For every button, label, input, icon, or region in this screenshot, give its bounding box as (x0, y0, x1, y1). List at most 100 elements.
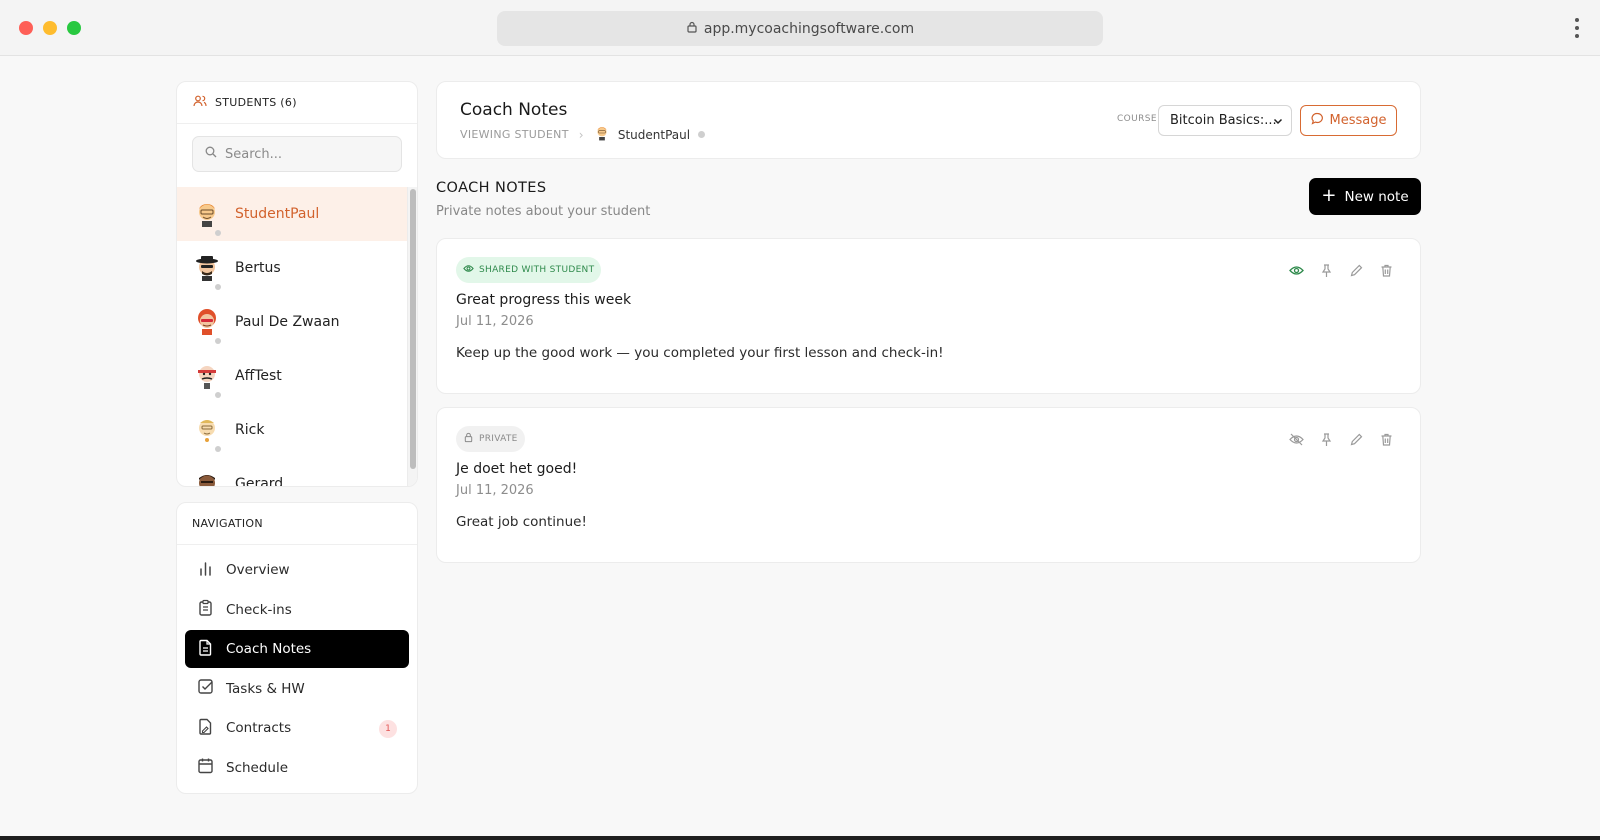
nav-label: Overview (226, 562, 290, 578)
breadcrumb-student[interactable]: StudentPaul (594, 125, 706, 144)
pin-icon[interactable] (1319, 263, 1334, 278)
browser-chrome: app.mycoachingsoftware.com (0, 0, 1600, 56)
section-subtitle: Private notes about your student (436, 204, 651, 219)
status-indicator (215, 338, 221, 344)
users-icon (193, 94, 207, 111)
clipboard-icon (197, 599, 214, 620)
student-name: AffTest (235, 368, 282, 384)
note-body: Keep up the good work — you completed yo… (456, 345, 944, 361)
nav-label: Contracts (226, 720, 292, 737)
student-item-paul-de-zwaan[interactable]: Paul De Zwaan (177, 295, 407, 349)
nav-item-coach-notes[interactable]: Coach Notes (185, 630, 409, 669)
avatar (193, 308, 221, 336)
navigation-title: NAVIGATION (177, 503, 417, 545)
breadcrumb: VIEWING STUDENT › StudentPaul (460, 125, 706, 144)
trash-icon[interactable] (1379, 263, 1394, 278)
student-name: Bertus (235, 260, 281, 276)
nav-label: Coach Notes (226, 641, 312, 658)
address-bar[interactable]: app.mycoachingsoftware.com (497, 11, 1103, 46)
close-window-button[interactable] (19, 21, 33, 35)
edit-pencil-icon[interactable] (1349, 263, 1364, 278)
message-button-label: Message (1329, 113, 1387, 128)
student-list: StudentPaul Bertus Paul De Zwaan AffTest… (177, 187, 407, 487)
page-title: Coach Notes (460, 100, 568, 120)
lock-icon (463, 432, 474, 446)
note-card: PRIVATE Je doet het goed! Jul 11, 2026 G… (436, 407, 1421, 563)
message-button[interactable]: Message (1300, 105, 1397, 136)
browser-menu-icon[interactable] (1574, 18, 1580, 38)
eye-icon (463, 263, 474, 277)
nav-label: Check-ins (226, 601, 292, 618)
visibility-badge: PRIVATE (456, 426, 525, 452)
maximize-window-button[interactable] (67, 21, 81, 35)
note-date: Jul 11, 2026 (456, 483, 534, 498)
app-page: STUDENTS (6) Search... StudentPaul Bertu… (0, 56, 1600, 836)
avatar (193, 470, 221, 486)
note-actions (1289, 432, 1394, 447)
avatar (193, 362, 221, 390)
navigation-list: Overview Check-ins Coach Notes Tasks & H… (177, 551, 417, 787)
chevron-down-icon (1273, 115, 1283, 125)
nav-item-schedule[interactable]: Schedule (185, 749, 409, 787)
student-item-gerard[interactable]: Gerard (177, 457, 407, 487)
student-item-rick[interactable]: Rick (177, 403, 407, 457)
visibility-label: PRIVATE (479, 434, 518, 444)
bottom-edge (0, 836, 1600, 840)
status-indicator (215, 284, 221, 290)
navigation-panel: NAVIGATION Overview Check-ins Coach Note… (176, 502, 418, 794)
course-select[interactable]: Bitcoin Basics:... (1158, 105, 1292, 136)
chat-bubble-icon (1311, 112, 1324, 129)
nav-item-tasks-hw[interactable]: Tasks & HW (185, 670, 409, 708)
status-indicator (215, 446, 221, 452)
trash-icon[interactable] (1379, 432, 1394, 447)
student-header-card: Coach Notes VIEWING STUDENT › StudentPau… (436, 81, 1421, 159)
note-card: SHARED WITH STUDENT Great progress this … (436, 238, 1421, 394)
note-title: Je doet het goed! (456, 461, 578, 477)
avatar (193, 254, 221, 282)
bar-chart-icon (197, 560, 214, 581)
breadcrumb-student-name: StudentPaul (617, 127, 691, 142)
student-item-studentpaul[interactable]: StudentPaul (177, 187, 407, 241)
pin-icon[interactable] (1319, 432, 1334, 447)
status-indicator (215, 392, 221, 398)
chevron-right-icon: › (578, 127, 584, 142)
plus-icon: + (1321, 184, 1337, 206)
course-select-value: Bitcoin Basics:... (1170, 113, 1277, 128)
note-actions (1289, 263, 1394, 278)
document-icon (197, 639, 214, 660)
search-icon (205, 146, 217, 162)
student-name: Gerard (235, 476, 284, 487)
scrollbar-thumb[interactable] (410, 189, 416, 469)
new-note-label: New note (1344, 188, 1409, 205)
minimize-window-button[interactable] (43, 21, 57, 35)
students-panel: STUDENTS (6) Search... StudentPaul Bertu… (176, 81, 418, 487)
calendar-icon (197, 757, 214, 778)
students-header: STUDENTS (6) (177, 82, 417, 124)
note-body: Great job continue! (456, 514, 587, 530)
student-item-bertus[interactable]: Bertus (177, 241, 407, 295)
eye-off-icon[interactable] (1289, 432, 1304, 447)
avatar (594, 125, 610, 144)
visibility-label: SHARED WITH STUDENT (479, 265, 595, 275)
contracts-count-badge: 1 (379, 720, 397, 739)
breadcrumb-label: VIEWING STUDENT (460, 128, 569, 141)
contract-icon (197, 718, 214, 739)
student-list-scrollbar[interactable] (407, 187, 417, 486)
new-note-button[interactable]: + New note (1309, 178, 1421, 215)
nav-item-contracts[interactable]: Contracts 1 (185, 709, 409, 747)
student-search-input[interactable]: Search... (192, 136, 402, 172)
edit-pencil-icon[interactable] (1349, 432, 1364, 447)
status-indicator (698, 131, 706, 138)
student-item-afftest[interactable]: AffTest (177, 349, 407, 403)
eye-icon[interactable] (1289, 263, 1304, 278)
students-title: STUDENTS (6) (215, 96, 297, 109)
visibility-badge: SHARED WITH STUDENT (456, 257, 602, 283)
note-title: Great progress this week (456, 292, 632, 308)
nav-item-check-ins[interactable]: Check-ins (185, 591, 409, 629)
checkbox-icon (197, 678, 214, 699)
note-date: Jul 11, 2026 (456, 314, 534, 329)
course-label: COURSE (1117, 114, 1158, 124)
search-placeholder: Search... (225, 146, 283, 162)
nav-item-overview[interactable]: Overview (185, 551, 409, 589)
student-name: StudentPaul (235, 206, 320, 222)
